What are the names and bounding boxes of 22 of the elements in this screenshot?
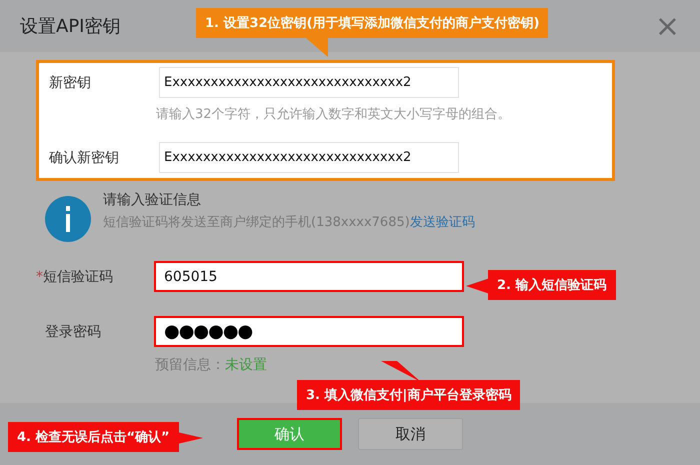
reserved-label: 预留信息： xyxy=(155,357,225,373)
cancel-button[interactable]: 取消 xyxy=(358,418,463,450)
key-field[interactable]: Exxxxxxxxxxxxxxxxxxxxxxxxxxxxxx2 xyxy=(159,142,459,173)
callout-pointer xyxy=(381,361,421,382)
field-label: 新密钥 xyxy=(48,74,92,92)
password-field[interactable]: ●●●●●● xyxy=(154,316,464,347)
key-field[interactable]: Exxxxxxxxxxxxxxxxxxxxxxxxxxxxxx2 xyxy=(159,67,459,98)
callout-pointer xyxy=(176,432,203,444)
callout-pointer xyxy=(306,38,328,57)
dialog-title: 设置API密钥 xyxy=(20,15,120,38)
notice-text: 短信验证码将发送至商户绑定的手机(138xxxx7685) xyxy=(103,215,410,230)
sms-code-field[interactable]: 605015 xyxy=(154,261,464,292)
required-mark: * xyxy=(36,268,43,284)
field-label: 短信验证码 xyxy=(43,268,113,284)
info-icon xyxy=(45,196,91,242)
callout-pointer xyxy=(466,278,490,294)
callout-label: 4. 检查无误后点击“确认” xyxy=(8,422,179,452)
hint-text: 请输入32个字符，只允许输入数字和英文大小写字母的组合。 xyxy=(155,106,512,123)
field-label: 确认新密钥 xyxy=(48,148,120,166)
field-label: 登录密码 xyxy=(44,322,102,340)
reserved-value: 未设置 xyxy=(225,357,267,373)
notice-title: 请输入验证信息 xyxy=(103,191,202,209)
